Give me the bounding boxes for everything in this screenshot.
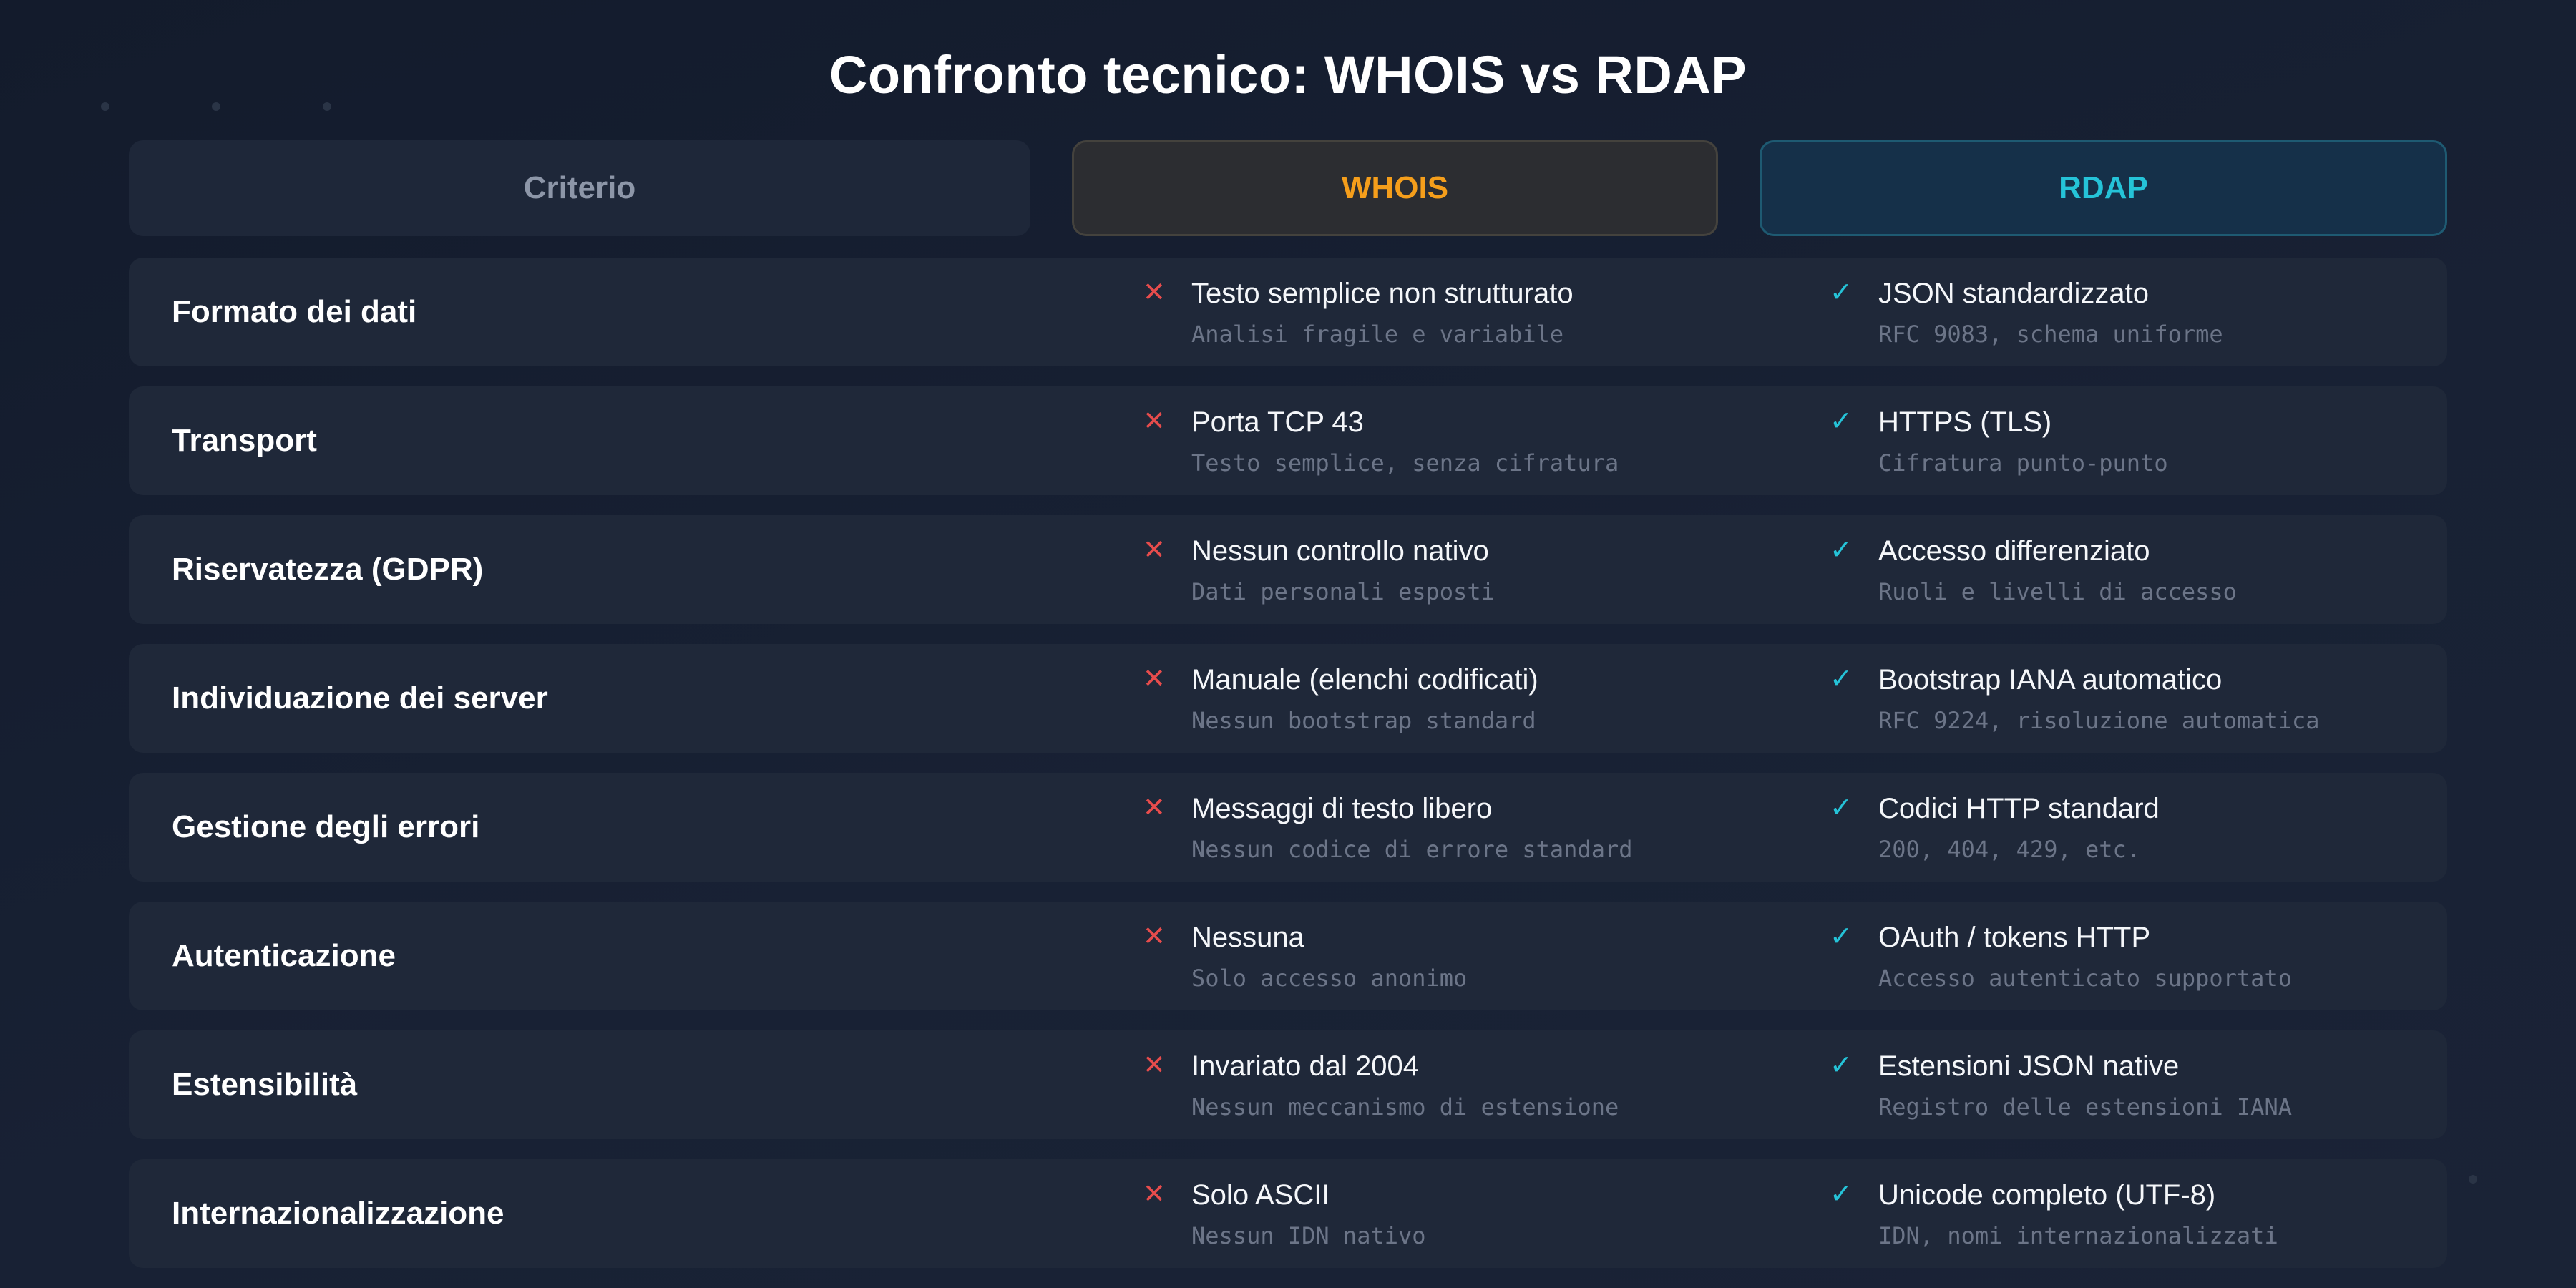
rdap-detail: Ruoli e livelli di accesso bbox=[1878, 578, 2237, 605]
x-icon: ✕ bbox=[1143, 1179, 1166, 1209]
table-row: Transport ✕ Porta TCP 43 Testo semplice, se… bbox=[129, 386, 2447, 495]
criterion-label: Individuazione dei server bbox=[172, 680, 548, 716]
check-icon: ✓ bbox=[1830, 1050, 1853, 1080]
rdap-value: Bootstrap IANA automatico bbox=[1878, 664, 2223, 696]
whois-detail: Nessun bootstrap standard bbox=[1191, 707, 1536, 734]
whois-detail: Nessun codice di errore standard bbox=[1191, 836, 1633, 863]
whois-detail: Nessun meccanismo di estensione bbox=[1191, 1093, 1619, 1121]
criterion-label: Estensibilità bbox=[172, 1067, 358, 1102]
rdap-value: Unicode completo (UTF-8) bbox=[1878, 1179, 2216, 1211]
table-row: Formato dei dati ✕ Testo semplice non stru… bbox=[129, 258, 2447, 366]
whois-value: Nessuna bbox=[1191, 922, 1304, 953]
criterion-label: Riservatezza (GDPR) bbox=[172, 552, 484, 587]
whois-value: Manuale (elenchi codificati) bbox=[1191, 664, 1538, 696]
rdap-detail: Cifratura punto-punto bbox=[1878, 449, 2168, 477]
x-icon: ✕ bbox=[1143, 406, 1166, 436]
whois-value: Nessun controllo nativo bbox=[1191, 535, 1489, 567]
check-icon: ✓ bbox=[1830, 278, 1853, 308]
criterion-label: Gestione degli errori bbox=[172, 809, 480, 844]
rdap-detail: RFC 9224, risoluzione automatica bbox=[1878, 707, 2320, 734]
whois-detail: Testo semplice, senza cifratura bbox=[1191, 449, 1619, 477]
whois-value: Porta TCP 43 bbox=[1191, 406, 1364, 438]
decorative-dot bbox=[2469, 1175, 2477, 1184]
check-icon: ✓ bbox=[1830, 406, 1853, 436]
whois-detail: Nessun IDN nativo bbox=[1191, 1222, 1426, 1249]
criterion-label: Internazionalizzazione bbox=[172, 1196, 504, 1231]
x-icon: ✕ bbox=[1143, 535, 1166, 565]
rdap-value: Codici HTTP standard bbox=[1878, 793, 2160, 824]
check-icon: ✓ bbox=[1830, 922, 1853, 952]
table-row: Gestione degli errori ✕ Messaggi di testo … bbox=[129, 773, 2447, 882]
rdap-value: HTTPS (TLS) bbox=[1878, 406, 2052, 438]
criterion-label: Transport bbox=[172, 423, 317, 458]
check-icon: ✓ bbox=[1830, 664, 1853, 694]
check-icon: ✓ bbox=[1830, 1179, 1853, 1209]
rdap-detail: Registro delle estensioni IANA bbox=[1878, 1093, 2292, 1121]
check-icon: ✓ bbox=[1830, 535, 1853, 565]
whois-value: Invariato dal 2004 bbox=[1191, 1050, 1420, 1082]
whois-value: Testo semplice non strutturato bbox=[1191, 278, 1574, 309]
table-row: Autenticazione ✕ Nessuna Solo accesso anoni… bbox=[129, 902, 2447, 1010]
criterion-label: Formato dei dati bbox=[172, 294, 417, 329]
x-icon: ✕ bbox=[1143, 278, 1166, 308]
table-row: Individuazione dei server ✕ Manuale (elenc… bbox=[129, 644, 2447, 753]
table-row: Riservatezza (GDPR) ✕ Nessun controllo nat… bbox=[129, 515, 2447, 624]
whois-detail: Solo accesso anonimo bbox=[1191, 965, 1468, 992]
rdap-value: Accesso differenziato bbox=[1878, 535, 2150, 567]
rdap-detail: RFC 9083, schema uniforme bbox=[1878, 321, 2223, 348]
whois-value: Solo ASCII bbox=[1191, 1179, 1330, 1211]
criterion-label: Autenticazione bbox=[172, 938, 396, 973]
column-header-criterion: Criterio bbox=[129, 140, 1030, 236]
rdap-value: Estensioni JSON native bbox=[1878, 1050, 2180, 1082]
x-icon: ✕ bbox=[1143, 664, 1166, 694]
x-icon: ✕ bbox=[1143, 1050, 1166, 1080]
page-title: Confronto tecnico: WHOIS vs RDAP bbox=[829, 45, 1747, 104]
whois-detail: Analisi fragile e variabile bbox=[1191, 321, 1564, 348]
whois-detail: Dati personali esposti bbox=[1191, 578, 1495, 605]
column-header-whois: WHOIS bbox=[1072, 140, 1718, 236]
x-icon: ✕ bbox=[1143, 793, 1166, 823]
column-header-rdap: RDAP bbox=[1760, 140, 2447, 236]
rdap-detail: 200, 404, 429, etc. bbox=[1878, 836, 2141, 863]
rdap-detail: IDN, nomi internazionalizzati bbox=[1878, 1222, 2278, 1249]
table-row: Internazionalizzazione ✕ Solo ASCII Nessun … bbox=[129, 1159, 2447, 1268]
x-icon: ✕ bbox=[1143, 922, 1166, 952]
check-icon: ✓ bbox=[1830, 793, 1853, 823]
rdap-detail: Accesso autenticato supportato bbox=[1878, 965, 2292, 992]
whois-value: Messaggi di testo libero bbox=[1191, 793, 1493, 824]
rdap-value: OAuth / tokens HTTP bbox=[1878, 922, 2151, 953]
rdap-value: JSON standardizzato bbox=[1878, 278, 2149, 309]
table-row: Estensibilità ✕ Invariato dal 2004 Nessun m… bbox=[129, 1030, 2447, 1139]
